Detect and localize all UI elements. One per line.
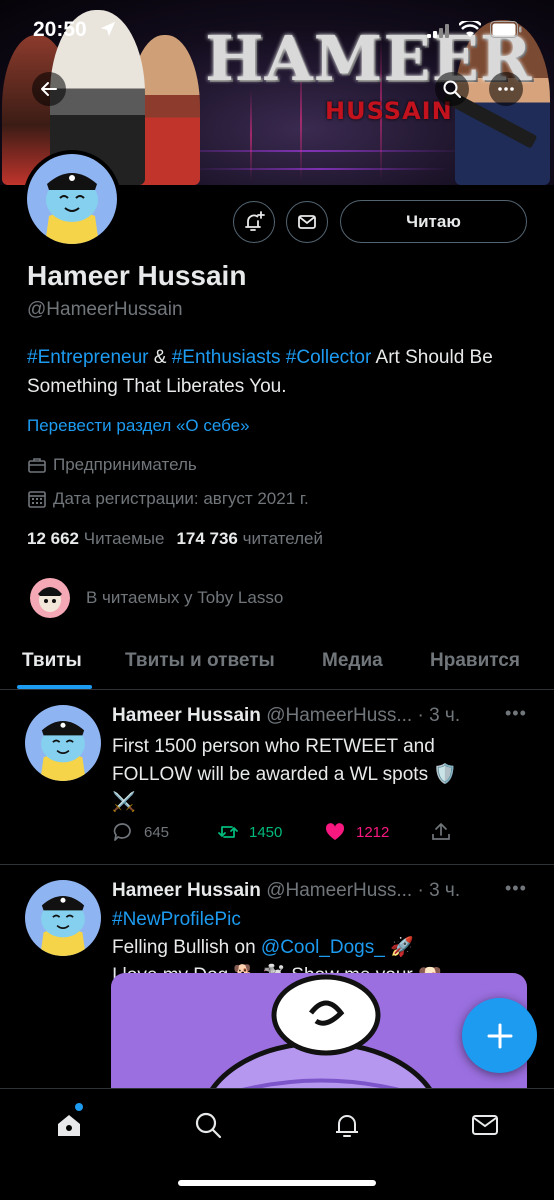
home-icon [58,1115,80,1136]
hashtag-link[interactable]: #Entrepreneur [27,347,148,368]
tweet-header: Hameer Hussain @HameerHuss... · 3 ч. [112,880,537,902]
profile-job-text: Предприниматель [53,455,197,474]
tweet-more-button[interactable]: ••• [505,703,527,724]
tweet-author-handle: @HameerHuss... [266,880,413,901]
nav-home[interactable] [51,1107,87,1143]
status-time: 20:50 [33,18,87,41]
tab-media[interactable]: Медиа [322,650,383,672]
tweet-more-button[interactable]: ••• [505,878,527,899]
battery-icon [490,21,522,38]
retweet-count: 1450 [249,823,283,841]
mention-link[interactable]: @Cool_Dogs_ [261,937,385,958]
search-icon [195,1112,222,1139]
following-link[interactable]: 12 662 Читаемые [27,529,164,548]
hashtag-link[interactable]: #NewProfilePic [112,909,241,930]
tab-tweets[interactable]: Твиты [22,650,82,672]
location-arrow-icon [100,21,116,37]
followed-by-text: В читаемых у Toby Lasso [86,588,284,607]
heart-icon [325,823,345,840]
translate-bio-link[interactable]: Перевести раздел «О себе» [27,416,250,436]
share-icon [432,823,450,840]
nav-search[interactable] [190,1107,226,1143]
search-button[interactable] [435,72,469,106]
tab-likes[interactable]: Нравится [430,650,520,672]
notifications-toggle-button[interactable] [233,201,275,243]
bell-icon [336,1115,358,1137]
tweet-author-name[interactable]: Hameer Hussain [112,880,261,901]
follow-counts: 12 662 Читаемые 174 736 читателей [27,529,323,549]
share-button[interactable] [430,821,452,843]
profile-bio: #Entrepreneur & #Enthusiasts #Collector … [27,343,527,401]
profile-join-date: Дата регистрации: август 2021 г. [27,489,309,509]
mail-icon [472,1115,498,1135]
following-label: Читаемые [83,529,165,548]
tweet-actions: 645 1450 1212 [112,821,532,851]
profile-tabs: Твиты Твиты и ответы Медиа Нравится [0,638,554,690]
signal-icon [427,24,449,38]
reply-count: 645 [144,823,170,841]
tweet[interactable]: Hameer Hussain @HameerHuss... · 3 ч. •••… [0,691,554,865]
compose-tweet-button[interactable] [462,998,537,1073]
profile-name: Hameer Hussain [27,260,247,291]
tweet-author-name[interactable]: Hameer Hussain [112,705,261,726]
home-indicator [178,1180,376,1186]
more-icon [498,87,514,91]
reply-icon [113,823,131,841]
calendar-icon [28,491,46,508]
status-bar: 20:50 [0,0,554,54]
followers-link[interactable]: 174 736 читателей [176,529,323,548]
nav-notifications[interactable] [329,1107,365,1143]
bell-plus-icon [245,211,265,231]
retweet-icon [218,826,238,838]
profile-job: Предприниматель [27,455,197,475]
followers-label: читателей [242,529,324,548]
bio-text: & [148,347,172,368]
followers-count: 174 736 [176,529,238,548]
message-button[interactable] [286,201,328,243]
tweet-time: · 3 ч. [417,705,461,726]
hashtag-link[interactable]: #Enthusiasts [172,347,281,368]
following-count: 12 662 [27,529,79,548]
tweet-time: · 3 ч. [417,880,461,901]
back-button[interactable] [32,72,66,106]
mail-icon [298,215,316,229]
like-button[interactable]: 1212 [324,821,389,843]
tweet-avatar[interactable] [25,705,101,781]
like-count: 1212 [356,823,390,841]
retweet-button[interactable]: 1450 [217,821,282,843]
briefcase-icon [28,458,46,473]
nav-messages[interactable] [467,1107,503,1143]
wifi-icon [459,21,481,37]
profile-join-text: Дата регистрации: август 2021 г. [53,489,309,508]
profile-avatar[interactable] [23,150,121,248]
plus-icon [487,1023,512,1048]
following-button[interactable]: Читаю [340,200,527,243]
tweet-author-handle: @HameerHuss... [266,705,413,726]
search-icon [443,80,461,98]
tab-tweets-replies[interactable]: Твиты и ответы [125,650,275,672]
tweet-text: First 1500 person who RETWEET and FOLLOW… [112,736,458,813]
followed-by-row[interactable]: В читаемых у Toby Lasso [30,578,283,618]
reply-button[interactable]: 645 [112,821,169,843]
profile-handle: @HameerHussain [27,299,183,320]
hashtag-link[interactable]: #Collector [286,347,372,368]
more-button[interactable] [489,72,523,106]
tweet[interactable]: Hameer Hussain @HameerHuss... · 3 ч. •••… [0,866,554,1113]
tweet-header: Hameer Hussain @HameerHuss... · 3 ч. [112,705,537,727]
banner-subtitle: HUSSAIN [325,97,453,125]
follower-avatar [30,578,70,618]
home-notification-dot [75,1103,83,1111]
dog-avatar-image [45,173,99,244]
back-arrow-icon [41,82,57,96]
active-tab-indicator [17,685,92,689]
tweet-avatar[interactable] [25,880,101,956]
